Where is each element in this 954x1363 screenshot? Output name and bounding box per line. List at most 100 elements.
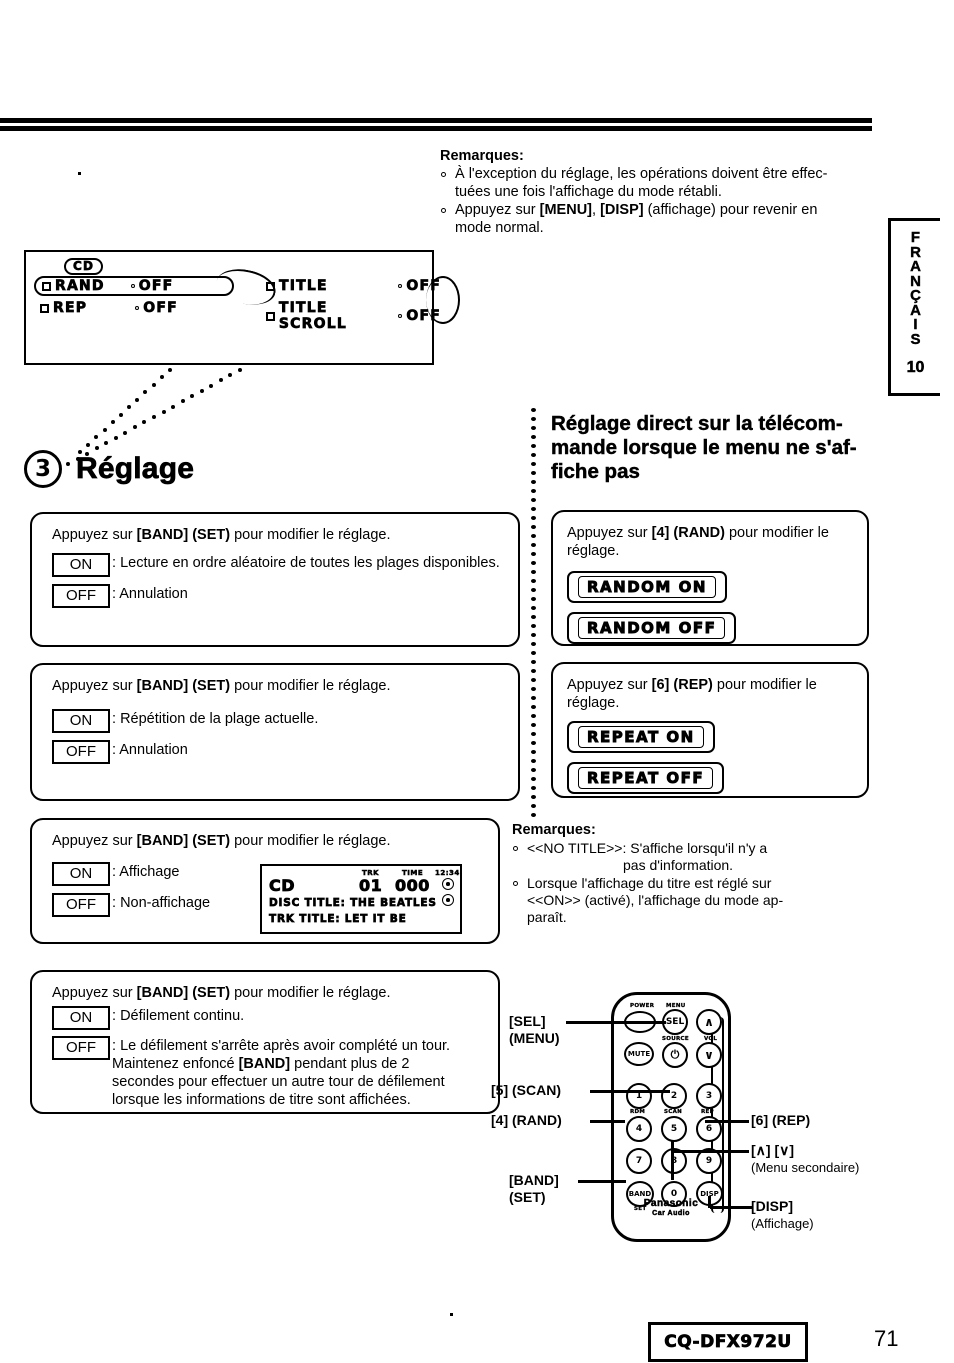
callout-band-label: [BAND] — [509, 1172, 559, 1188]
callout-line-band — [578, 1180, 626, 1183]
instruction-prefix: Appuyez sur — [52, 678, 137, 694]
callout-line-scan — [590, 1090, 670, 1093]
remote-button-2[interactable]: 2 — [661, 1083, 687, 1109]
instruction-prefix: Appuyez sur — [567, 677, 652, 693]
remote-button-vol-down[interactable]: ∨ — [696, 1042, 722, 1068]
instruction-line: Appuyez sur [BAND] (SET) pour modifier l… — [52, 832, 484, 850]
remote-label-scan: SCAN — [664, 1109, 683, 1115]
remote-button-1[interactable]: 1 — [626, 1083, 652, 1109]
instruction-suffix: pour modifier le réglage. — [230, 527, 391, 543]
lcd-time-value: 000 — [395, 876, 430, 896]
option-desc-off: : Annulation — [112, 742, 188, 758]
remote-label-power: POWER — [630, 1003, 655, 1009]
band-set-key-ref: [BAND] (SET) — [136, 678, 231, 694]
page-number: 71 — [874, 1326, 899, 1351]
option-desc-on: : Affichage — [112, 864, 180, 880]
instruction-suffix: pour modifier le — [724, 525, 829, 541]
remote-button-5[interactable]: 5 — [661, 1116, 687, 1142]
remarks-middle-item-2: Lorsque l'affichage du titre est réglé s… — [512, 875, 872, 926]
section-heading: 3 Réglage — [24, 450, 194, 488]
remote-button-source[interactable]: ⏻ — [662, 1042, 688, 1068]
remote-label-vol: VOL — [704, 1036, 718, 1042]
remarks-middle-item-1-line-1: <<NO TITLE>>: S'affiche lorsqu'il n'y a — [527, 840, 768, 856]
section-number-badge: 3 — [24, 450, 62, 488]
remarks-middle-title: Remarques: — [512, 822, 596, 838]
lcd-disc-title-line: DISC TITLE: THE BEATLES — [269, 897, 437, 910]
rand-key-ref: [4] (RAND) — [651, 525, 725, 541]
right-heading-line-3: fiche pas — [551, 460, 640, 483]
column-divider-dotted — [531, 408, 536, 820]
model-number: CQ-DFX972U — [664, 1332, 792, 1353]
callout-set-label: (SET) — [509, 1189, 546, 1205]
option-key-off: OFF — [52, 1036, 110, 1060]
right-heading-line-1: Réglage direct sur la télécom- — [551, 412, 843, 435]
remote-button-3[interactable]: 3 — [696, 1083, 722, 1109]
remote-brand-name: Panasonic — [643, 1198, 699, 1210]
callout-rep: [6] (REP) — [751, 1112, 811, 1128]
lcd-display-repeat-off: REPEAT OFF — [567, 762, 725, 794]
option-row-off: OFF : Le défilement s'arrête après avoir… — [52, 1036, 484, 1109]
option-row-on: ON : Lecture en ordre aléatoire de toute… — [52, 553, 504, 577]
option-key-on: ON — [52, 1006, 110, 1030]
callout-band-set: [BAND] (SET) — [509, 1172, 559, 1206]
instruction-prefix: Appuyez sur — [52, 527, 137, 543]
band-set-key-ref: [BAND] (SET) — [136, 527, 231, 543]
callout-submenu-label: (Menu secondaire) — [751, 1160, 860, 1175]
lcd-display-random-on: RANDOM ON — [567, 571, 727, 603]
callout-line-up-down-vert — [671, 1140, 674, 1180]
lcd-display-repeat-on: REPEAT ON — [567, 721, 715, 753]
callout-scan: [5] (SCAN) — [491, 1082, 561, 1098]
callout-line-disp-vert — [708, 1196, 711, 1208]
callout-sel-menu: [SEL] (MENU) — [509, 1013, 560, 1047]
option-key-off: OFF — [52, 584, 110, 608]
instruction-suffix: pour modifier le réglage. — [230, 985, 391, 1001]
option-row-on: ON : Répétition de la plage actuelle. — [52, 709, 504, 733]
option-desc-on: : Défilement continu. — [112, 1008, 245, 1024]
callout-line-rep — [705, 1120, 749, 1123]
remote-button-4[interactable]: 4 — [626, 1116, 652, 1142]
band-set-key-ref: [BAND] (SET) — [136, 985, 231, 1001]
lcd-clock: 12:34 — [435, 869, 460, 878]
callout-sel-label: [SEL] — [509, 1013, 546, 1029]
remote-brand-logo: Panasonic Car Audio — [643, 1198, 699, 1218]
instruction-suffix: pour modifier le — [712, 677, 817, 693]
lcd-indicator-icon-2 — [442, 894, 454, 906]
lcd-indicator-icon-1 — [442, 878, 454, 890]
band-key-ref: [BAND] — [238, 1056, 291, 1072]
instruction-suffix: pour modifier le réglage. — [230, 833, 391, 849]
right-column-heading: Réglage direct sur la télécom- mande lor… — [551, 412, 871, 484]
remote-label-rdm: RDM — [630, 1109, 646, 1115]
instruction-line: Appuyez sur [6] (REP) pour modifier le r… — [567, 676, 853, 712]
band-set-key-ref: [BAND] (SET) — [136, 833, 231, 849]
lcd-title-display: CD TRK 01 TIME 000 12:34 DISC TITLE: THE… — [260, 864, 462, 934]
remote-button-mute[interactable]: MUTE — [624, 1042, 654, 1066]
lcd-source-text: CD — [269, 876, 296, 896]
lcd-trk-value: 01 — [359, 876, 383, 896]
direct-setting-box-random: Appuyez sur [4] (RAND) pour modifier le … — [551, 510, 869, 646]
direct-setting-box-repeat: Appuyez sur [6] (REP) pour modifier le r… — [551, 662, 869, 798]
setting-box-repeat: Appuyez sur [BAND] (SET) pour modifier l… — [30, 663, 520, 801]
option-key-on: ON — [52, 862, 110, 886]
instruction-prefix: Appuyez sur — [567, 525, 652, 541]
instruction-prefix: Appuyez sur — [52, 833, 137, 849]
option-row-off: OFF : Annulation — [52, 740, 504, 764]
setting-box-title: Appuyez sur [BAND] (SET) pour modifier l… — [30, 818, 500, 944]
setting-box-random: Appuyez sur [BAND] (SET) pour modifier l… — [30, 512, 520, 647]
lcd-track-title-line: TRK TITLE: LET IT BE — [269, 913, 407, 926]
option-row-on: ON : Défilement continu. — [52, 1006, 484, 1030]
remote-control-illustration: POWER MENU SOURCE VOL SEL ∧ MUTE ⏻ ∨ 1 2… — [611, 992, 731, 1242]
callout-disp: [DISP] (Affichage) — [751, 1198, 814, 1232]
right-heading-line-2: mande lorsque le menu ne s'af- — [551, 436, 857, 459]
remote-button-7[interactable]: 7 — [626, 1148, 652, 1174]
remote-brand-sub: Car Audio — [652, 1210, 690, 1218]
instruction-line-2: réglage. — [567, 695, 620, 711]
remote-button-vol-up[interactable]: ∧ — [696, 1009, 722, 1035]
callout-affichage-label: (Affichage) — [751, 1216, 814, 1231]
rep-key-ref: [6] (REP) — [651, 677, 713, 693]
option-key-off: OFF — [52, 893, 110, 917]
callout-up-down: [∧] [∨] (Menu secondaire) — [751, 1142, 859, 1176]
lcd-display-random-off: RANDOM OFF — [567, 612, 737, 644]
callout-line-rand — [590, 1120, 625, 1123]
option-desc-off: : Le défilement s'arrête après avoir com… — [112, 1038, 451, 1108]
callout-line-sel — [566, 1021, 666, 1024]
